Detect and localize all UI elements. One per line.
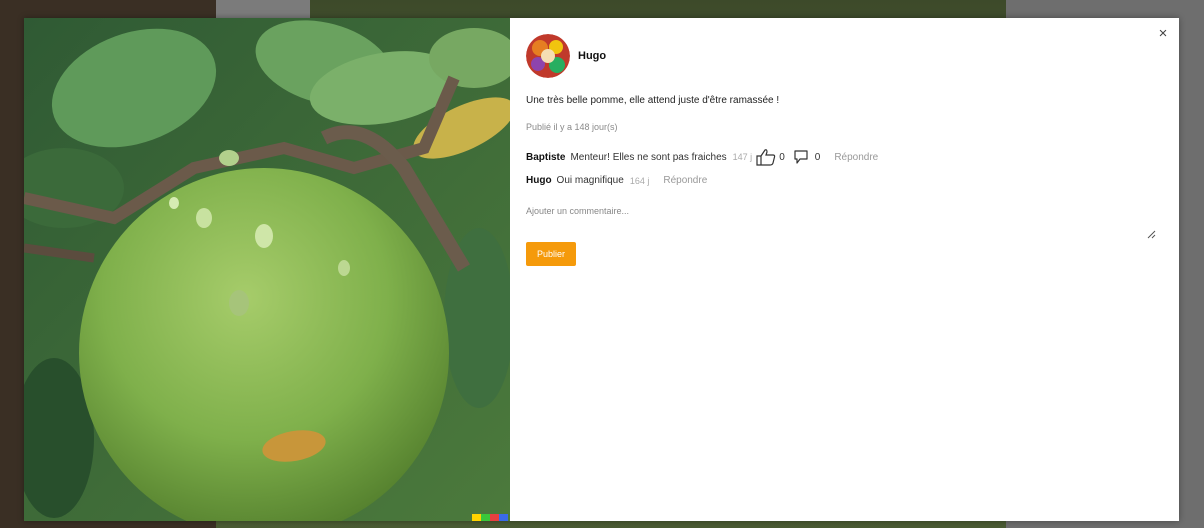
- post-photo: [24, 18, 510, 521]
- reply-link[interactable]: Répondre: [663, 175, 707, 186]
- comment-time: 147 j: [732, 152, 753, 162]
- post-modal: × Hugo Une très belle pomme, elle attend…: [24, 18, 1179, 521]
- comment-item: Hugo Oui magnifique 164 j Répondre: [526, 175, 707, 186]
- post-details: Hugo Une très belle pomme, elle attend j…: [510, 18, 1179, 521]
- post-date: Publié il y a 148 jour(s): [526, 122, 618, 132]
- comment-author[interactable]: Baptiste: [526, 152, 565, 163]
- avatar[interactable]: [526, 34, 570, 78]
- speech-bubble-icon[interactable]: [793, 149, 809, 165]
- comment-text: Oui magnifique: [556, 175, 624, 186]
- reply-link[interactable]: Répondre: [834, 152, 878, 163]
- comment-input[interactable]: [526, 202, 1148, 244]
- comment-item: Baptiste Menteur! Elles ne sont pas frai…: [526, 148, 878, 166]
- comment-text: Menteur! Elles ne sont pas fraiches: [570, 151, 727, 163]
- comment-author[interactable]: Hugo: [526, 175, 552, 186]
- dislike-count: 0: [814, 151, 821, 163]
- resize-handle-icon[interactable]: [1146, 226, 1156, 239]
- comment-time: 164 j: [629, 175, 650, 186]
- post-caption: Une très belle pomme, elle attend juste …: [526, 95, 780, 106]
- like-count: 0: [779, 151, 785, 163]
- thumbs-up-icon[interactable]: [756, 148, 776, 166]
- color-strip: [472, 514, 508, 521]
- background-strip: [216, 0, 310, 20]
- author-name[interactable]: Hugo: [578, 50, 606, 62]
- publish-button[interactable]: Publier: [526, 242, 576, 266]
- post-author: Hugo: [526, 34, 606, 78]
